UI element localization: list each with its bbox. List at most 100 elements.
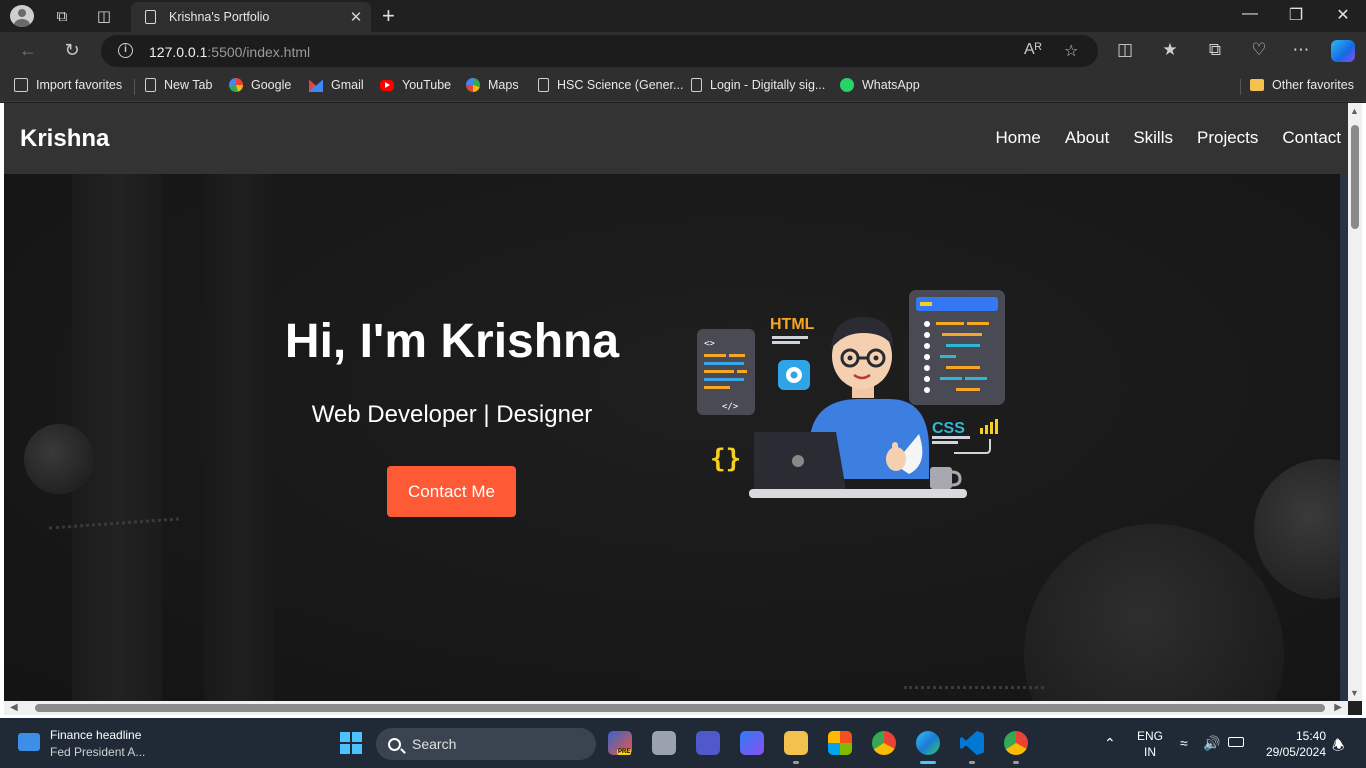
preview-badge: PRE xyxy=(617,749,632,755)
fav-whatsapp[interactable]: WhatsApp xyxy=(840,78,920,92)
minimize-button[interactable]: — xyxy=(1227,5,1273,23)
nav-home[interactable]: Home xyxy=(996,128,1041,148)
taskbar-search[interactable]: Search xyxy=(376,728,596,760)
start-button[interactable] xyxy=(340,732,362,754)
taskbar: Finance headline Fed President A... Sear… xyxy=(0,718,1366,768)
chrome-icon[interactable] xyxy=(872,731,896,755)
fav-maps[interactable]: Maps xyxy=(466,78,519,92)
nav-contact[interactable]: Contact xyxy=(1282,128,1341,148)
divider xyxy=(134,79,135,95)
page-edge xyxy=(1340,174,1348,701)
background-decoration xyxy=(24,424,94,494)
more-options-icon[interactable]: ⋯ xyxy=(1288,40,1314,60)
background-decoration xyxy=(1024,524,1284,701)
restore-button[interactable]: ❐ xyxy=(1273,5,1319,25)
fav-label: WhatsApp xyxy=(862,78,920,92)
fav-new-tab[interactable]: New Tab xyxy=(145,78,212,92)
scroll-down-icon[interactable]: ▼ xyxy=(1350,688,1359,698)
favorite-star-icon[interactable]: ☆ xyxy=(1064,41,1078,61)
fav-label: Other favorites xyxy=(1272,78,1354,92)
file-explorer-icon[interactable] xyxy=(784,731,808,755)
new-tab-button[interactable]: + xyxy=(382,3,395,29)
collections-icon[interactable]: ⧉ xyxy=(1202,40,1228,60)
css-label: CSS xyxy=(932,420,965,437)
clipchamp-icon[interactable] xyxy=(740,731,764,755)
url-path: :5500/index.html xyxy=(207,44,311,60)
nav-skills[interactable]: Skills xyxy=(1133,128,1173,148)
clock-time[interactable]: 15:40 xyxy=(1256,729,1326,743)
nav-about[interactable]: About xyxy=(1065,128,1109,148)
battery-icon[interactable] xyxy=(1228,737,1244,747)
fav-hsc-science[interactable]: HSC Science (Gener... xyxy=(538,78,683,92)
fav-other-favorites[interactable]: Other favorites xyxy=(1250,78,1354,92)
fav-import-favorites[interactable]: Import favorites xyxy=(14,78,122,92)
vertical-scrollbar[interactable]: ▲ ▼ xyxy=(1348,103,1362,701)
page-icon xyxy=(538,78,549,92)
running-indicator xyxy=(793,761,799,764)
close-tab-icon[interactable]: ✕ xyxy=(341,8,371,26)
nav-projects[interactable]: Projects xyxy=(1197,128,1258,148)
wifi-icon[interactable]: ≈ xyxy=(1180,735,1188,751)
fav-gmail[interactable]: Gmail xyxy=(309,78,364,92)
url-text[interactable]: 127.0.0.1:5500/index.html xyxy=(149,44,310,60)
fav-login-digitally[interactable]: Login - Digitally sig... xyxy=(691,78,825,92)
scrollbar-thumb[interactable] xyxy=(35,704,1325,712)
edge-icon[interactable] xyxy=(916,731,940,764)
page-viewport: Krishna Home About Skills Projects Conta… xyxy=(4,103,1348,701)
scrollbar-thumb[interactable] xyxy=(1351,125,1359,229)
favorites-icon[interactable]: ★ xyxy=(1157,40,1183,60)
news-widget-icon[interactable] xyxy=(18,733,40,751)
browser-essentials-icon[interactable]: ♡ xyxy=(1246,40,1272,60)
hero-subtitle: Web Developer | Designer xyxy=(311,401,593,428)
back-button[interactable]: ← xyxy=(15,40,41,61)
read-aloud-icon[interactable]: Aᴿ xyxy=(1024,41,1042,59)
site-nav: Home About Skills Projects Contact xyxy=(972,128,1341,148)
profile-avatar-icon[interactable] xyxy=(10,5,34,27)
vscode-icon[interactable] xyxy=(960,731,984,755)
horizontal-scrollbar[interactable]: ◀ ▶ xyxy=(4,701,1348,715)
import-favorites-icon xyxy=(14,78,28,92)
page-icon xyxy=(145,78,156,92)
hero-section: Hi, I'm Krishna Web Developer | Designer… xyxy=(4,174,1340,701)
language-region[interactable]: IN xyxy=(1136,745,1164,759)
copilot-icon[interactable] xyxy=(1331,40,1355,62)
site-logo[interactable]: Krishna xyxy=(20,125,109,153)
scroll-up-icon[interactable]: ▲ xyxy=(1350,106,1359,116)
chevron-up-icon[interactable]: ⌃ xyxy=(1104,735,1116,752)
clock-date[interactable]: 29/05/2024 xyxy=(1256,745,1326,759)
tab-active[interactable]: Krishna's Portfolio ✕ xyxy=(131,2,371,32)
tab-actions-icon[interactable]: ◫ xyxy=(93,6,115,26)
scroll-right-icon[interactable]: ▶ xyxy=(1334,702,1342,713)
close-window-button[interactable]: ✕ xyxy=(1320,5,1366,25)
microsoft-store-icon[interactable] xyxy=(828,731,852,755)
scroll-left-icon[interactable]: ◀ xyxy=(10,702,18,713)
news-widget-title[interactable]: Finance headline xyxy=(50,728,141,742)
search-icon xyxy=(388,737,401,751)
chrome-profile-icon[interactable] xyxy=(1004,731,1028,755)
gmail-icon xyxy=(309,79,323,92)
maps-icon xyxy=(466,78,480,92)
language-indicator[interactable]: ENG xyxy=(1136,729,1164,743)
volume-icon[interactable]: 🔊 xyxy=(1203,735,1220,752)
fav-google[interactable]: Google xyxy=(229,78,291,92)
notification-bell-icon[interactable]: 🕭 xyxy=(1332,735,1345,759)
refresh-button[interactable]: ↻ xyxy=(59,40,85,61)
url-host: 127.0.0.1 xyxy=(149,44,208,60)
site-header: Krishna Home About Skills Projects Conta… xyxy=(4,103,1348,174)
fav-youtube[interactable]: YouTube xyxy=(380,78,451,92)
task-view-icon[interactable] xyxy=(652,731,676,755)
split-screen-icon[interactable]: ◫ xyxy=(1112,40,1138,60)
teams-icon[interactable] xyxy=(696,731,720,755)
tab-title: Krishna's Portfolio xyxy=(169,10,270,24)
news-widget-subtitle[interactable]: Fed President A... xyxy=(50,745,145,759)
address-bar[interactable]: i 127.0.0.1:5500/index.html Aᴿ ☆ xyxy=(101,35,1098,67)
whatsapp-icon xyxy=(840,78,854,92)
contact-me-button[interactable]: Contact Me xyxy=(387,466,516,517)
running-indicator xyxy=(969,761,975,764)
background-decoration xyxy=(1254,459,1340,599)
fav-label: Gmail xyxy=(331,78,364,92)
google-icon xyxy=(229,78,243,92)
browser-toolbar: ← ↻ i 127.0.0.1:5500/index.html Aᴿ ☆ ◫ ★… xyxy=(0,32,1366,70)
workspaces-icon[interactable]: ⧉ xyxy=(51,6,73,26)
site-info-icon[interactable]: i xyxy=(118,43,133,58)
